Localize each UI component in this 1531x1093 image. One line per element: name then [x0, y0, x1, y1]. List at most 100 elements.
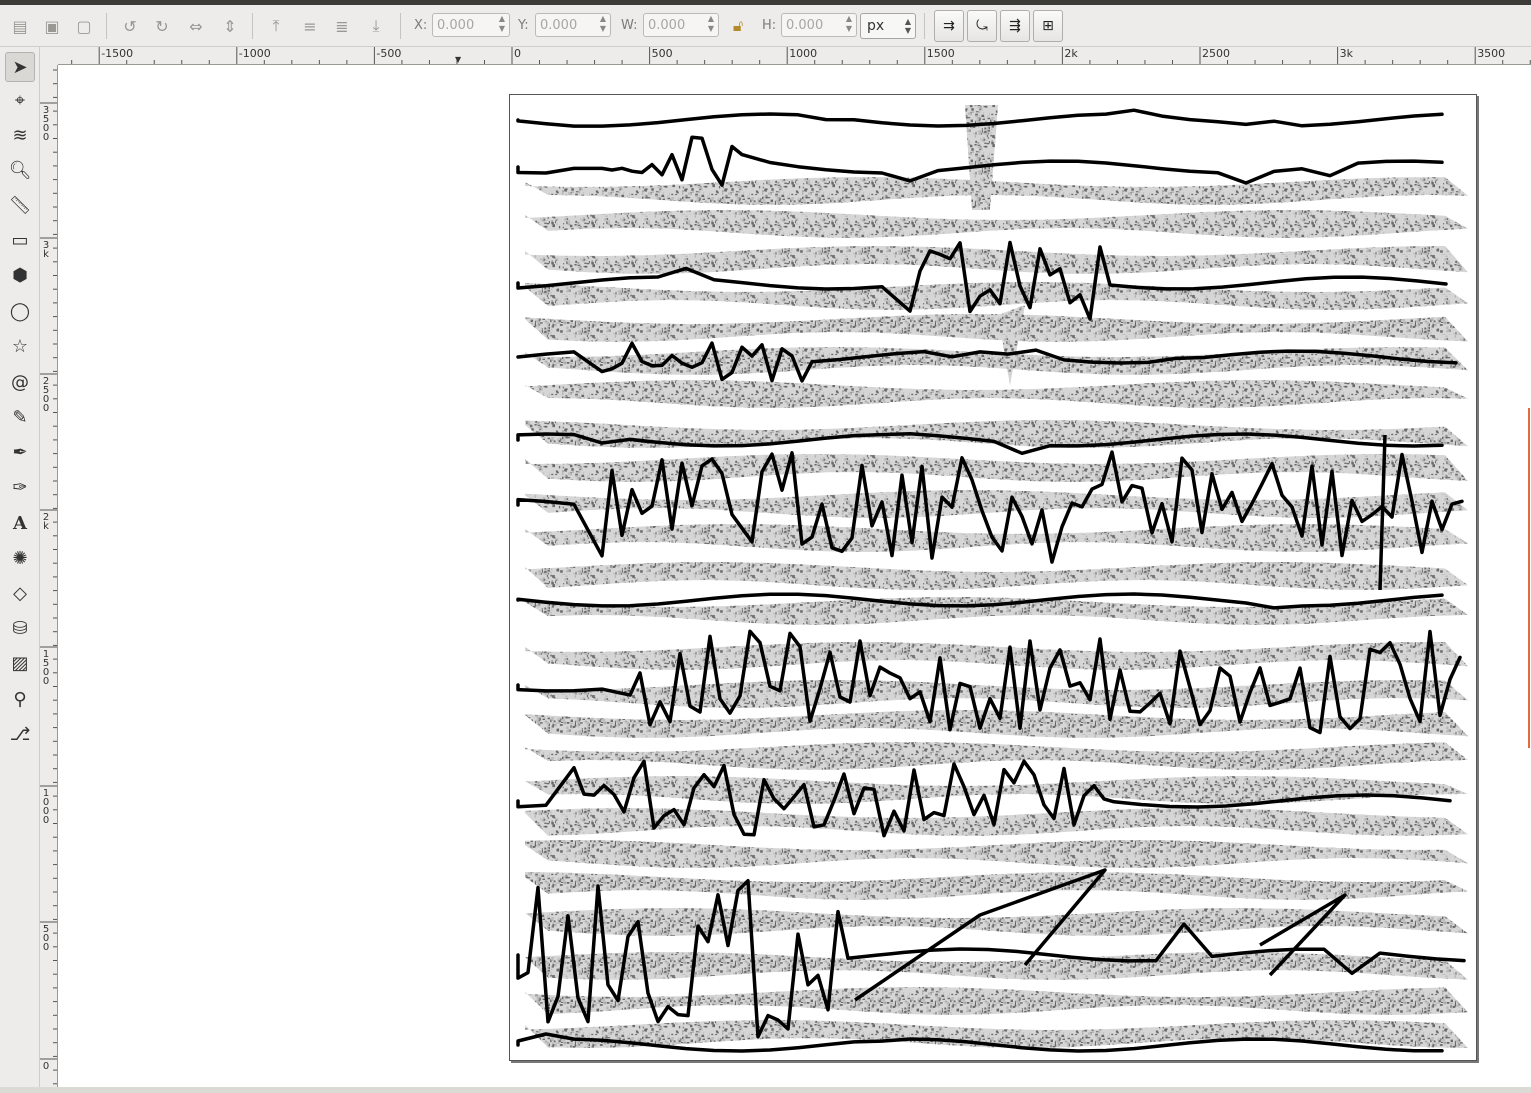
stipple-band: [525, 562, 1468, 590]
deselect-icon[interactable]: ▢: [70, 11, 98, 41]
stipple-band: [525, 177, 1468, 205]
y-stepper-icon[interactable]: ▲ ▼: [596, 14, 610, 36]
ruler-label: 3k: [1339, 47, 1353, 60]
pen-tool-icon[interactable]: ✒: [5, 437, 35, 467]
gradient-tool-icon[interactable]: ▨: [5, 648, 35, 678]
ruler-label: 500: [651, 47, 673, 60]
flip-vertical-icon[interactable]: ⇕: [216, 11, 244, 41]
drawing-canvas[interactable]: [58, 65, 1531, 1087]
raise-icon[interactable]: ≡: [296, 11, 324, 41]
stipple-band: [525, 246, 1468, 274]
stipple-band: [525, 776, 1468, 804]
toolbar-separator: [106, 13, 107, 39]
select-all-icon[interactable]: ▤: [6, 11, 34, 41]
y-input[interactable]: 0.000 ▲ ▼: [535, 13, 611, 37]
stipple-band: [525, 524, 1468, 552]
ruler-label: -500: [376, 47, 402, 60]
ruler-label: 500: [42, 924, 50, 953]
toolbar-separator: [252, 13, 253, 39]
text-tool-icon[interactable]: A: [5, 508, 35, 538]
drawing-artwork[interactable]: [510, 95, 1476, 1060]
rotate-ccw-icon[interactable]: ↺: [116, 11, 144, 41]
node-tool-icon[interactable]: ⌖: [5, 85, 35, 115]
3d-box-tool-icon[interactable]: ⬢: [5, 260, 35, 290]
calligraphy-tool-icon[interactable]: ✑: [5, 472, 35, 502]
stipple-spike: [998, 305, 1025, 385]
ruler-label: -1500: [101, 47, 134, 60]
ruler-label: 2k: [42, 512, 50, 532]
toolbox: ➤ ⌖ ≋ 🔍︎ 📏︎ ▭ ⬢ ◯ ☆ @ ✎ ✒ ✑ A ✺ ◇ ⛁ ▨ ⚲ ⎇: [0, 47, 40, 1087]
tool-controls-bar: ▤ ▣ ▢ ↺ ↻ ⇔ ⇕ ⤒ ≡ ≣ ⤓ X: 0.000 ▲ ▼ Y: 0.0…: [0, 5, 1531, 47]
w-value: 0.000: [648, 18, 686, 33]
stipple-band: [525, 454, 1468, 482]
toolbar-separator: [400, 13, 401, 39]
toolbar-separator: [924, 13, 925, 39]
tweak-tool-icon[interactable]: ≋: [5, 120, 35, 150]
move-patterns-toggle[interactable]: ⊞: [1033, 10, 1063, 42]
document-page: [509, 94, 1477, 1061]
select-all-layers-icon[interactable]: ▣: [38, 11, 66, 41]
lower-icon[interactable]: ≣: [328, 11, 356, 41]
unit-select[interactable]: px ▲ ▼: [860, 13, 916, 39]
y-label: Y:: [518, 18, 529, 33]
lower-to-bottom-icon[interactable]: ⤓: [362, 11, 390, 41]
ruler-corner: [40, 47, 58, 65]
stipple-band: [525, 952, 1468, 980]
stipple-band: [525, 380, 1468, 408]
connector-tool-icon[interactable]: ⎇: [5, 719, 35, 749]
paint-bucket-tool-icon[interactable]: ⛁: [5, 613, 35, 643]
measure-tool-icon[interactable]: 📏︎: [5, 190, 35, 220]
dropper-tool-icon[interactable]: ⚲: [5, 684, 35, 714]
stipple-band: [525, 642, 1468, 670]
ruler-label: 1000: [789, 47, 818, 60]
flip-horizontal-icon[interactable]: ⇔: [182, 11, 210, 41]
h-input[interactable]: 0.000 ▲ ▼: [781, 13, 857, 37]
ruler-label: 0: [514, 47, 521, 60]
ruler-label: 0: [42, 1061, 50, 1072]
zoom-tool-icon[interactable]: 🔍︎: [5, 155, 35, 185]
spiral-tool-icon[interactable]: @: [5, 367, 35, 397]
ruler-label: -1000: [238, 47, 271, 60]
unit-chevron-icon: ▲ ▼: [904, 17, 911, 35]
ruler-label: 1000: [42, 788, 50, 826]
stipple-band: [525, 872, 1468, 900]
ellipse-tool-icon[interactable]: ◯: [5, 296, 35, 326]
x-value: 0.000: [437, 18, 475, 33]
raise-to-top-icon[interactable]: ⤒: [262, 11, 290, 41]
w-input[interactable]: 0.000 ▲ ▼: [643, 13, 719, 37]
star-tool-icon[interactable]: ☆: [5, 331, 35, 361]
spray-tool-icon[interactable]: ✺: [5, 543, 35, 573]
x-label: X:: [414, 18, 428, 33]
scale-corners-toggle[interactable]: ⤿: [967, 10, 997, 42]
ruler-label: 3k: [42, 240, 50, 260]
ruler-label: 1500: [926, 47, 955, 60]
scroll-indicator: [1528, 408, 1530, 748]
stipple-band: [525, 840, 1468, 868]
unit-value: px: [867, 18, 885, 34]
vertical-ruler[interactable]: 3500 3k 2500 2k 1500 1000 500 0: [40, 65, 58, 1087]
stipple-band: [525, 597, 1468, 625]
eraser-tool-icon[interactable]: ◇: [5, 578, 35, 608]
ruler-pointer-icon: ▼: [455, 55, 462, 64]
rotate-cw-icon[interactable]: ↻: [148, 11, 176, 41]
rectangle-tool-icon[interactable]: ▭: [5, 225, 35, 255]
ruler-label: 1500: [42, 649, 50, 687]
stipple-band: [525, 742, 1468, 770]
move-gradients-toggle[interactable]: ⇶: [1000, 10, 1030, 42]
horizontal-ruler[interactable]: -1500 -1000 -500 0 500 1000 1500 2k 2500 3k 3500 ▼: [58, 47, 1531, 65]
ruler-label: 3500: [1477, 47, 1506, 60]
ruler-label: 2500: [42, 376, 50, 414]
lock-ratio-icon[interactable]: 🔓︎: [724, 11, 752, 41]
x-stepper-icon[interactable]: ▲ ▼: [495, 14, 509, 36]
ruler-label: 2500: [1202, 47, 1230, 60]
selector-tool-icon[interactable]: ➤: [5, 52, 35, 82]
x-input[interactable]: 0.000 ▲ ▼: [432, 13, 510, 37]
y-value: 0.000: [540, 18, 578, 33]
ruler-label: 2k: [1064, 47, 1078, 60]
h-stepper-icon[interactable]: ▲ ▼: [842, 14, 856, 36]
w-stepper-icon[interactable]: ▲ ▼: [704, 14, 718, 36]
status-bar: [0, 1087, 1531, 1093]
stipple-band: [525, 210, 1468, 238]
pencil-tool-icon[interactable]: ✎: [5, 402, 35, 432]
scale-stroke-toggle[interactable]: ⇉: [934, 10, 964, 42]
